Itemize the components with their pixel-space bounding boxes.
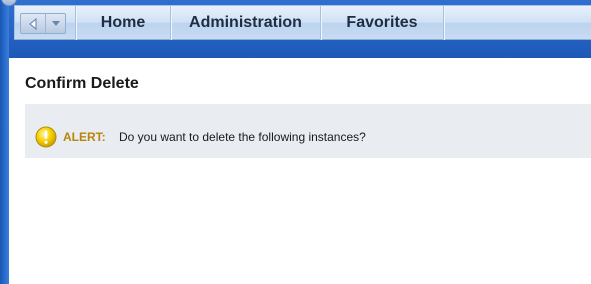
chevron-down-icon — [51, 20, 60, 26]
alert-label: ALERT: — [63, 130, 106, 144]
nav-item-favorites[interactable]: Favorites — [321, 6, 443, 40]
window-frame-left — [0, 0, 9, 284]
back-button[interactable] — [21, 14, 46, 33]
nav-separator — [443, 6, 444, 40]
navigation-bar: Home Administration Favorites — [14, 5, 591, 40]
page-title: Confirm Delete — [25, 75, 139, 92]
nav-item-home[interactable]: Home — [76, 6, 170, 40]
back-arrow-icon — [29, 17, 37, 30]
back-navigation-control[interactable] — [20, 13, 66, 34]
history-dropdown-button[interactable] — [46, 14, 65, 33]
alert-message: Do you want to delete the following inst… — [119, 130, 366, 144]
warning-icon — [35, 126, 57, 148]
nav-item-administration[interactable]: Administration — [171, 6, 320, 40]
alert-box: ALERT: Do you want to delete the followi… — [25, 104, 591, 158]
